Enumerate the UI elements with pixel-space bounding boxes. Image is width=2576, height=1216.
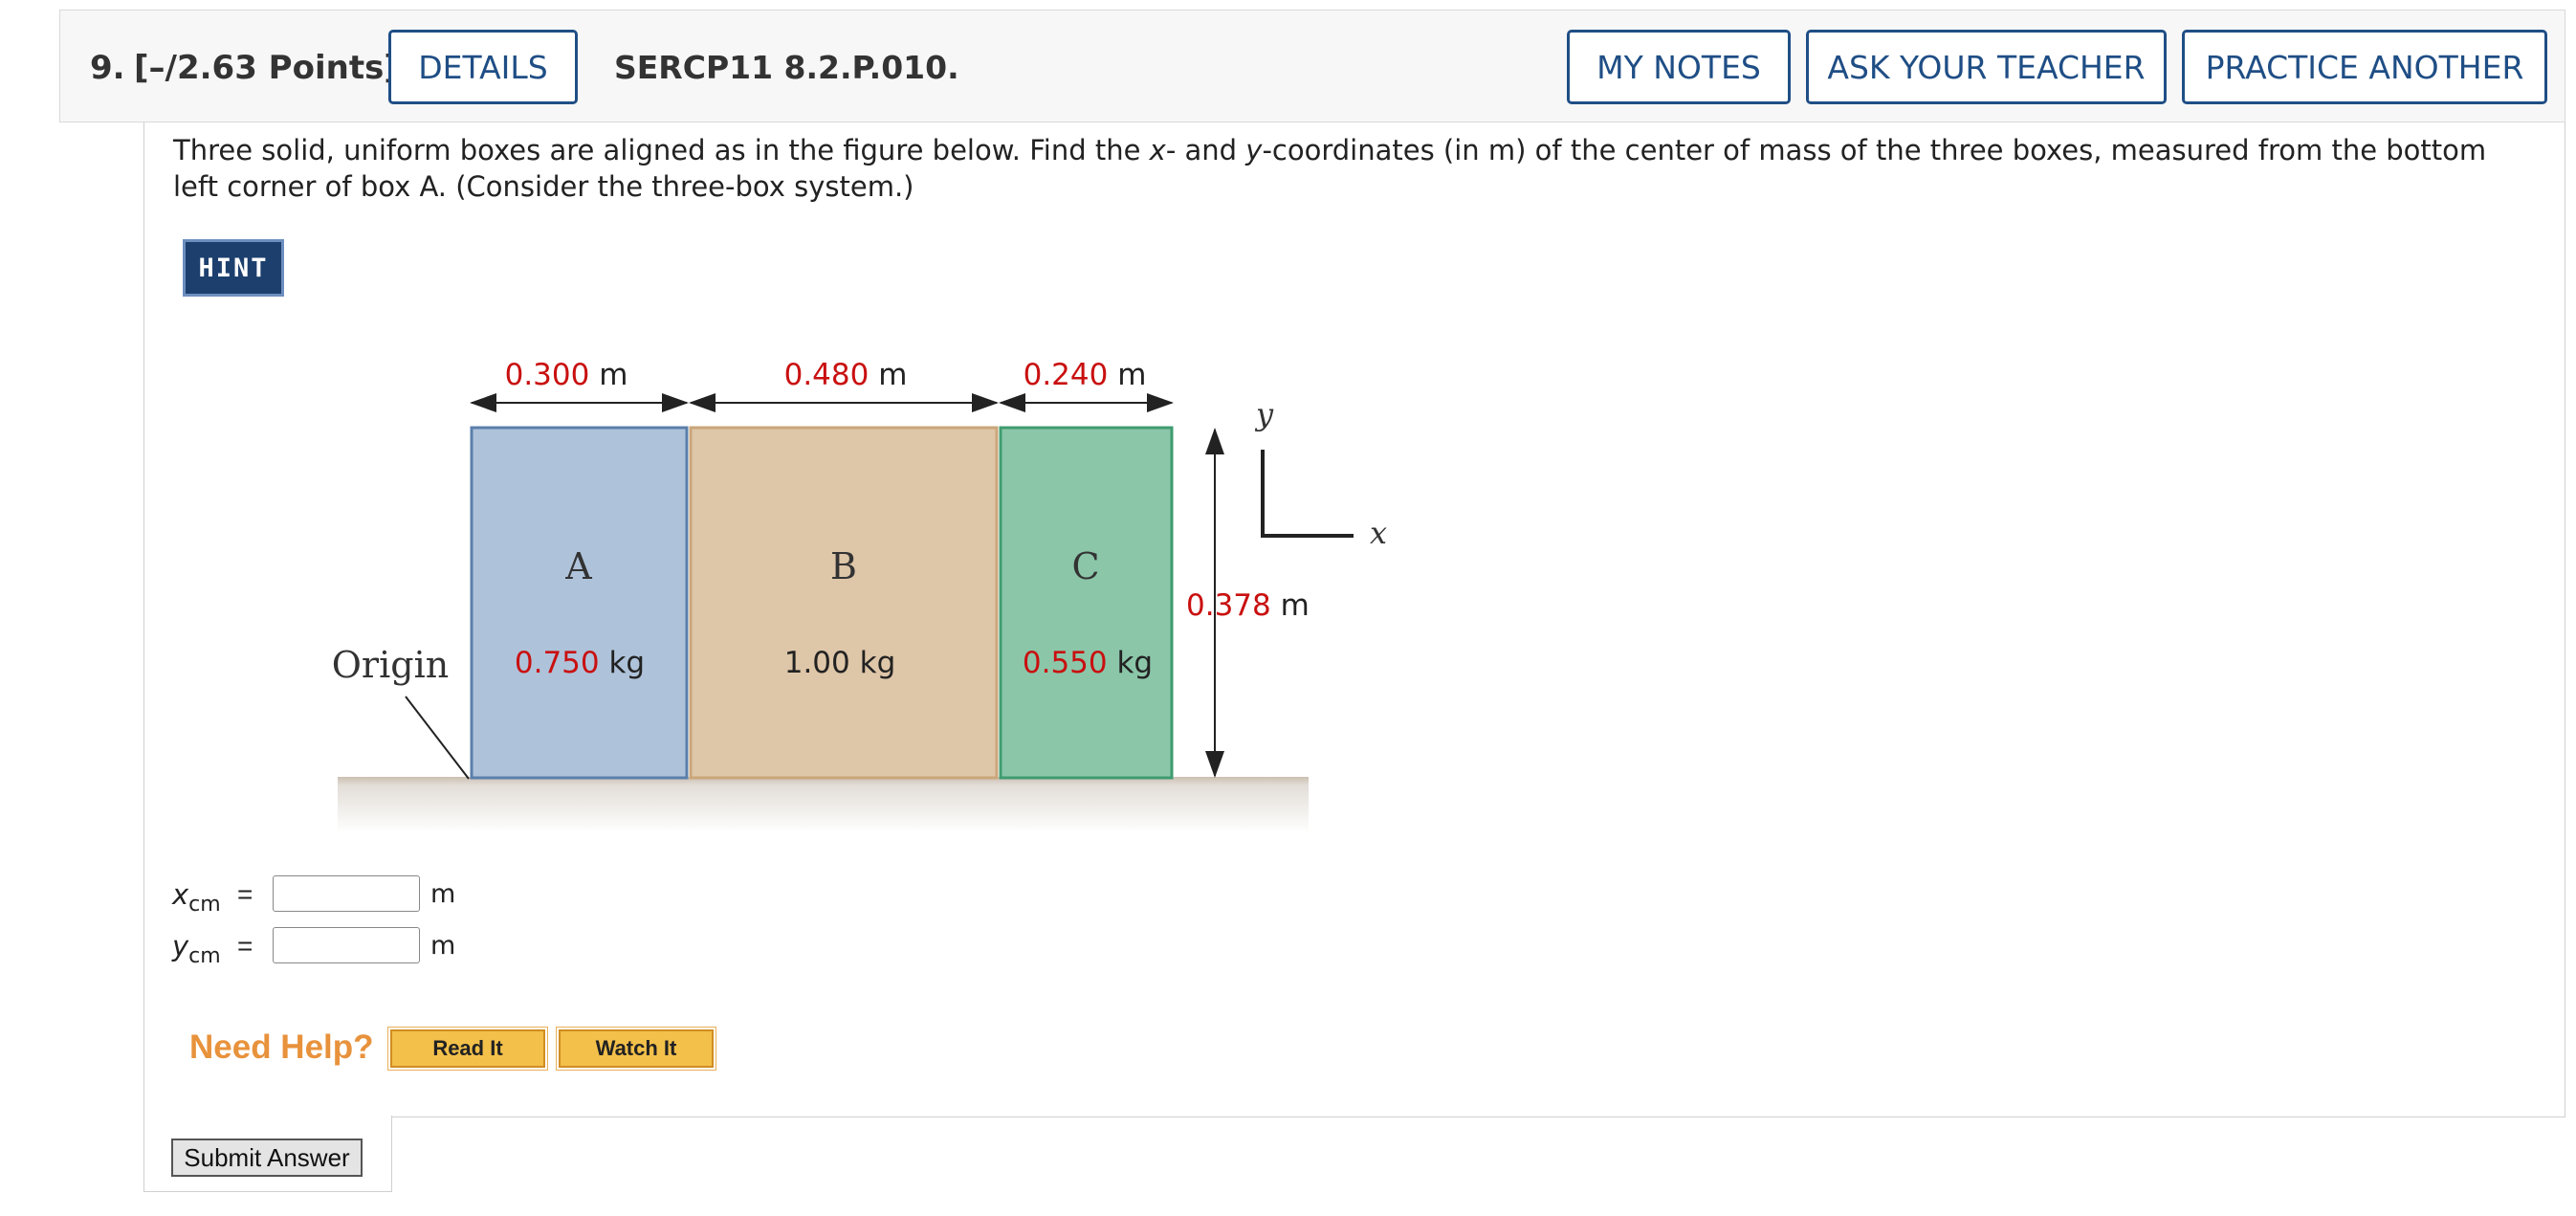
width-a-unit: m <box>589 358 627 392</box>
read-it-button[interactable]: Read It <box>387 1027 548 1071</box>
width-c-value: 0.240 <box>1024 358 1109 392</box>
y-cm-unit: m <box>430 931 456 961</box>
x-cm-input[interactable] <box>273 875 420 912</box>
need-help-label: Need Help? <box>189 1028 374 1066</box>
origin-label: Origin <box>332 644 449 686</box>
width-b-unit: m <box>869 358 907 392</box>
y-axis-label: y <box>1254 396 1274 432</box>
width-c-label: 0.240 m <box>1024 358 1147 392</box>
height-unit: m <box>1271 588 1310 623</box>
x-cm-label: xcm <box>172 878 221 917</box>
box-b <box>689 426 999 780</box>
watch-it-button[interactable]: Watch It <box>556 1027 716 1071</box>
box-c-label: C <box>1071 545 1099 587</box>
box-c <box>999 426 1174 780</box>
box-c-mass: 0.550 kg <box>1023 646 1153 680</box>
y-cm-var: y <box>172 930 189 962</box>
y-cm-sub: cm <box>188 943 221 968</box>
box-c-mass-unit: kg <box>1108 646 1153 680</box>
x-cm-equals: = <box>237 879 253 909</box>
width-a-label: 0.300 m <box>505 358 628 392</box>
box-a-mass-value: 0.750 <box>515 646 600 680</box>
box-b-label: B <box>830 545 857 587</box>
height-value: 0.378 <box>1186 588 1271 623</box>
box-a-label: A <box>564 545 592 587</box>
x-cm-sub: cm <box>188 892 221 917</box>
ground <box>338 777 1309 832</box>
y-cm-equals: = <box>237 931 253 961</box>
box-c-mass-value: 0.550 <box>1023 646 1108 680</box>
width-c-unit: m <box>1108 358 1146 392</box>
y-cm-input[interactable] <box>273 927 420 963</box>
y-cm-label: ycm <box>172 930 221 968</box>
origin-pointer <box>405 696 470 780</box>
width-b-label: 0.480 m <box>784 358 908 392</box>
box-b-mass: 1.00 kg <box>784 646 896 680</box>
height-label: 0.378 m <box>1186 588 1310 623</box>
box-a-mass-unit: kg <box>600 646 645 680</box>
width-b-value: 0.480 <box>784 358 870 392</box>
x-cm-unit: m <box>430 879 456 909</box>
x-cm-var: x <box>172 878 189 911</box>
x-axis-label: x <box>1370 515 1387 551</box>
box-a-mass: 0.750 kg <box>515 646 645 680</box>
submit-answer-button[interactable]: Submit Answer <box>171 1139 363 1177</box>
width-a-value: 0.300 <box>505 358 590 392</box>
box-a <box>470 426 689 780</box>
three-box-figure: A B C 0.750 kg 1.00 kg 0.550 kg 0.300 m … <box>332 358 1387 832</box>
